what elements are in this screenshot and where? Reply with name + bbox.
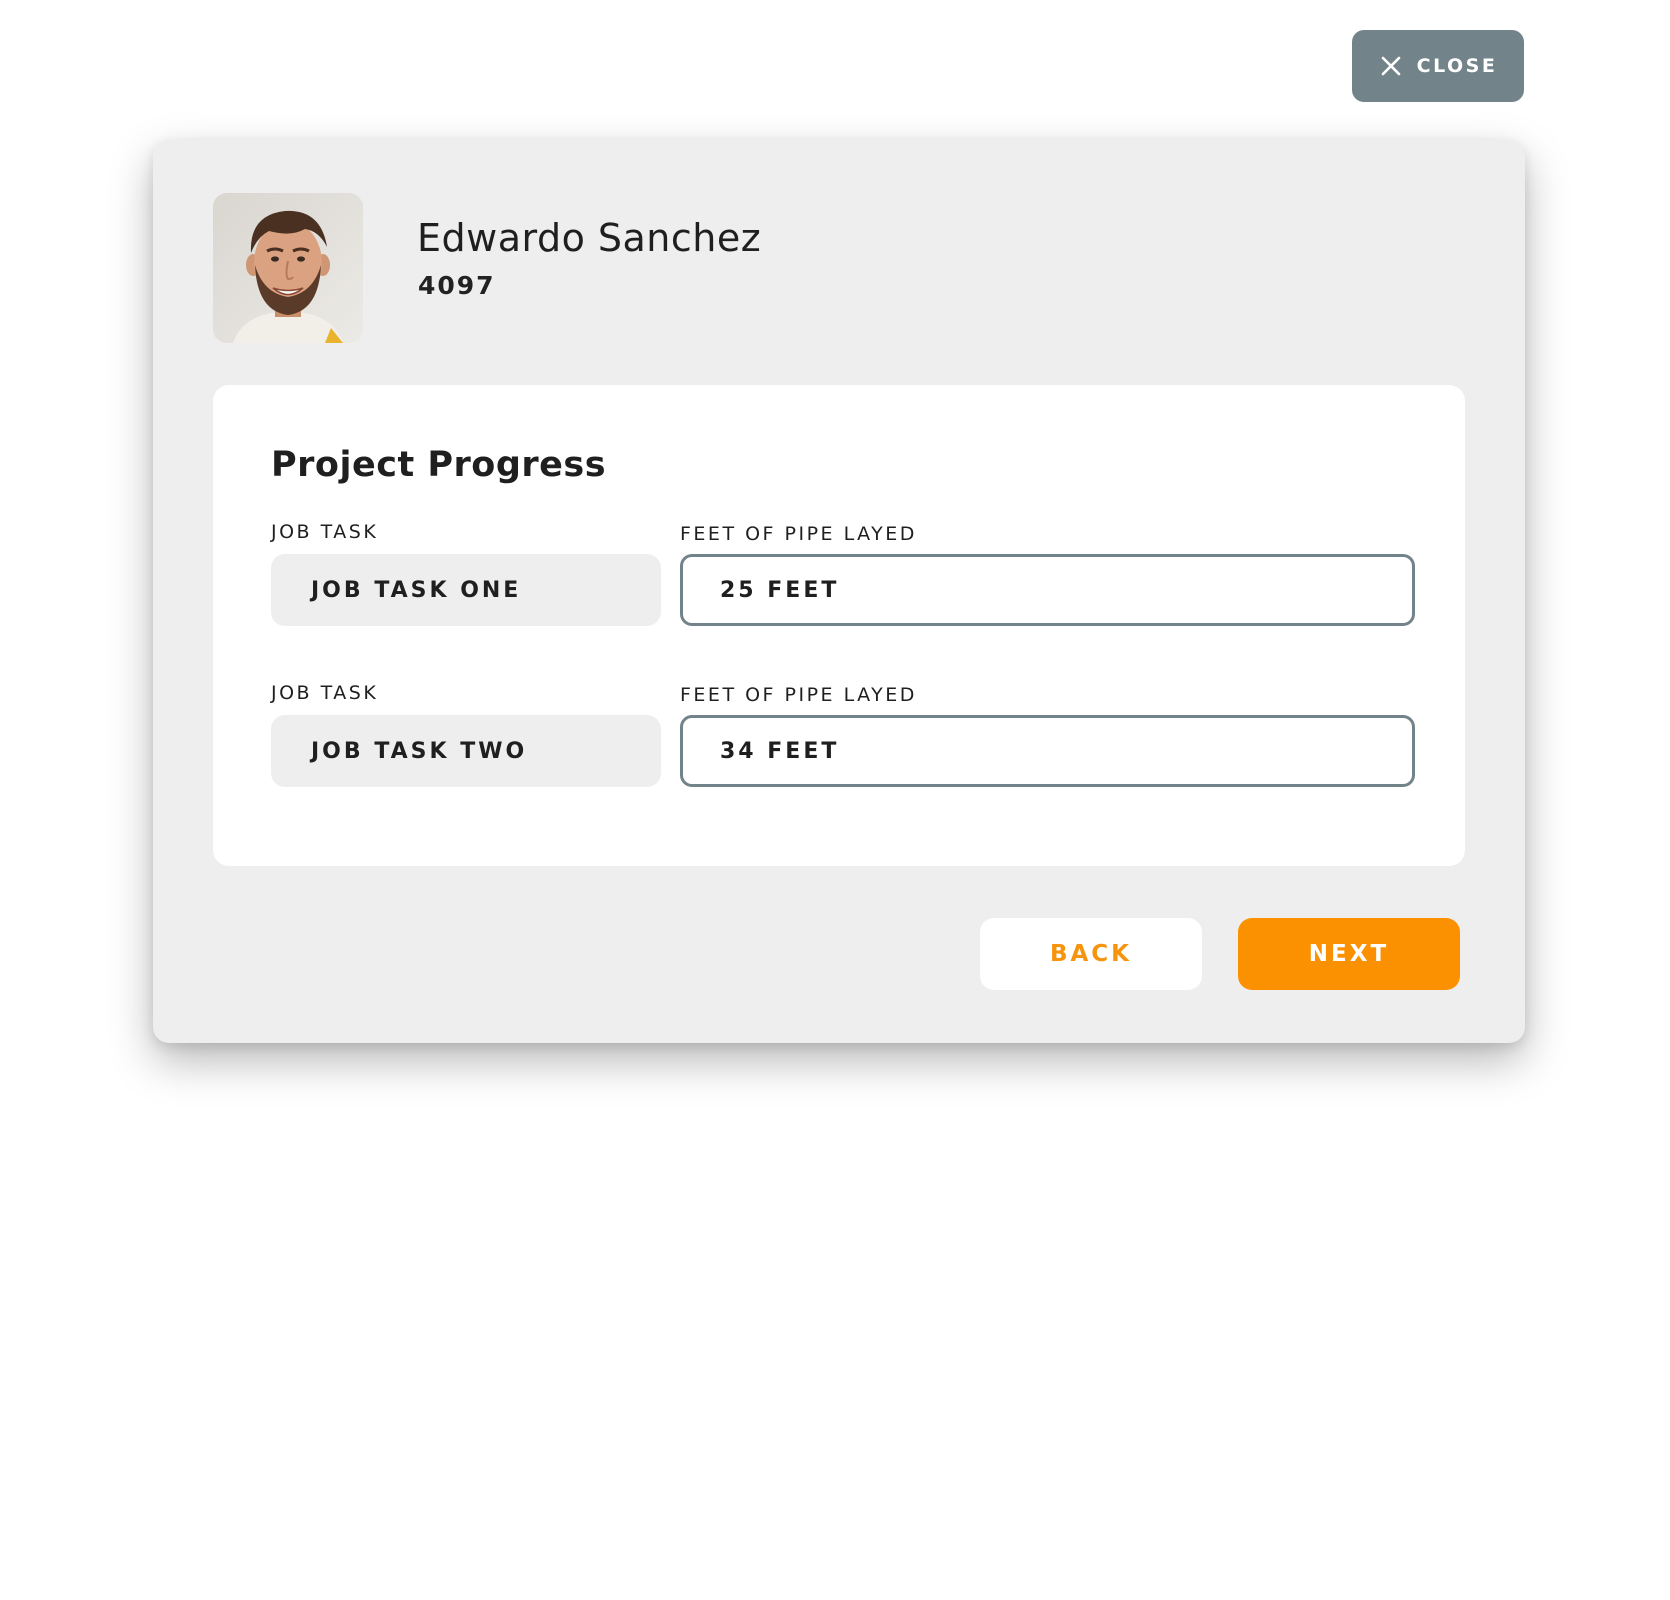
page: CLOSE Edwardo Sanchez 4097 Project Progr…	[0, 0, 1670, 1600]
job-task-field: JOB TASK ONE	[271, 554, 661, 626]
feet-label: FEET OF PIPE LAYED	[680, 684, 917, 706]
profile-name: Edwardo Sanchez	[417, 216, 762, 260]
feet-label: FEET OF PIPE LAYED	[680, 523, 917, 545]
close-button-label: CLOSE	[1416, 55, 1498, 77]
next-button[interactable]: NEXT	[1238, 918, 1460, 990]
profile-id: 4097	[418, 271, 496, 300]
close-button[interactable]: CLOSE	[1352, 30, 1524, 102]
feet-input[interactable]	[680, 715, 1415, 787]
close-icon	[1381, 56, 1400, 76]
job-task-label: JOB TASK	[271, 682, 379, 704]
card-title: Project Progress	[271, 445, 607, 485]
back-button[interactable]: BACK	[980, 918, 1202, 990]
avatar	[213, 193, 363, 343]
avatar-photo	[213, 193, 363, 343]
progress-modal: Edwardo Sanchez 4097 Project Progress JO…	[153, 140, 1525, 1043]
feet-input[interactable]	[680, 554, 1415, 626]
project-progress-card: Project Progress JOB TASK FEET OF PIPE L…	[213, 385, 1465, 866]
job-task-label: JOB TASK	[271, 521, 379, 543]
job-task-field: JOB TASK TWO	[271, 715, 661, 787]
